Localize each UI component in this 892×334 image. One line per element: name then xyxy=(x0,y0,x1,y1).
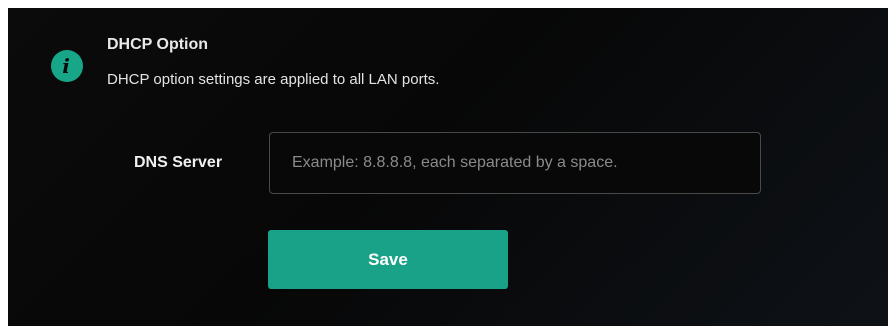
dhcp-option-panel: i DHCP Option DHCP option settings are a… xyxy=(8,8,888,326)
info-icon-glyph: i xyxy=(62,54,70,78)
dns-server-label: DNS Server xyxy=(134,154,223,171)
notice-description: DHCP option settings are applied to all … xyxy=(107,71,440,88)
dns-server-input[interactable] xyxy=(269,132,761,194)
notice-title: DHCP Option xyxy=(107,36,209,53)
info-icon: i xyxy=(51,50,83,82)
save-button[interactable]: Save xyxy=(268,230,508,289)
